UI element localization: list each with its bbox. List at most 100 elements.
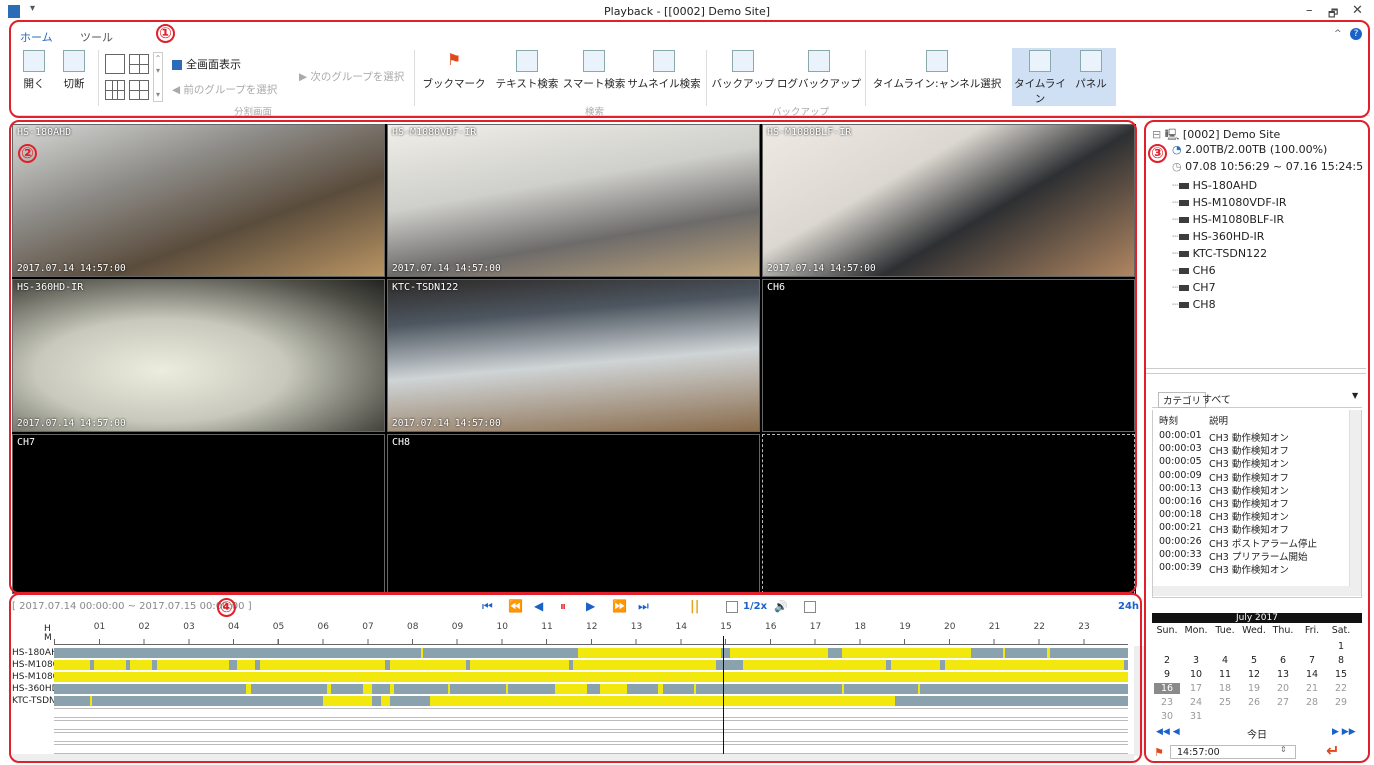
calendar-day[interactable]: 8 (1328, 655, 1354, 666)
smart-search-button[interactable]: スマート検索 (562, 48, 626, 91)
calendar-day[interactable]: 9 (1154, 669, 1180, 680)
help-icon[interactable]: ? (1350, 28, 1362, 40)
disconnect-button[interactable]: 切断 (56, 48, 92, 91)
layout-4x4-button[interactable] (129, 80, 149, 100)
timeline-hscrollbar[interactable] (12, 754, 1134, 762)
video-tile[interactable]: KTC-TSDN122 2017.07.14 14:57:00 (387, 279, 760, 432)
fullscreen-button[interactable]: 全画面表示 (172, 56, 241, 72)
skip-start-icon[interactable]: ⏮ (482, 599, 493, 614)
calendar-day[interactable]: 22 (1328, 683, 1354, 694)
timeline-track[interactable] (54, 648, 1128, 658)
next-month-icon[interactable]: ▶ ▶▶ (1332, 727, 1356, 737)
event-hscrollbar[interactable] (1153, 586, 1361, 596)
calendar-day[interactable]: 26 (1241, 697, 1267, 708)
pause-icon[interactable]: ⏸ (560, 599, 566, 614)
calendar-day[interactable]: 10 (1183, 669, 1209, 680)
calendar-day[interactable]: 12 (1241, 669, 1267, 680)
event-time[interactable]: 00:00:01 (1159, 430, 1202, 441)
rewind-icon[interactable]: ⏪ (508, 599, 523, 613)
tab-tools[interactable]: ツール (74, 28, 119, 46)
video-tile[interactable]: CH7 (12, 434, 385, 594)
camera-node[interactable]: ┄ CH8 (1172, 298, 1216, 311)
log-backup-button[interactable]: ログバックアップ (776, 48, 862, 91)
event-desc[interactable]: CH3 動作検知オフ (1209, 496, 1289, 510)
timeline-track[interactable] (54, 672, 1128, 682)
layout-3x3-button[interactable] (105, 80, 125, 100)
calendar-day[interactable]: 31 (1183, 711, 1209, 722)
calendar-day[interactable]: 19 (1241, 683, 1267, 694)
calendar-day[interactable]: 7 (1299, 655, 1325, 666)
event-desc[interactable]: CH3 動作検知オフ (1209, 470, 1289, 484)
text-search-button[interactable]: テキスト検索 (492, 48, 562, 91)
category-select[interactable]: すべて (1202, 391, 1231, 406)
panel-toggle-button[interactable]: パネル (1068, 48, 1114, 91)
event-time[interactable]: 00:00:13 (1159, 483, 1202, 494)
calendar-day[interactable]: 27 (1270, 697, 1296, 708)
layout-2x2-button[interactable] (129, 54, 149, 74)
calendar-day[interactable]: 14 (1299, 669, 1325, 680)
event-time[interactable]: 00:00:18 (1159, 509, 1202, 520)
video-tile[interactable]: CH8 (387, 434, 760, 594)
timeline-track[interactable] (54, 696, 1128, 706)
video-tile[interactable]: HS-M1080VDF-IR 2017.07.14 14:57:00 (387, 124, 760, 277)
calendar-day[interactable]: 3 (1183, 655, 1209, 666)
camera-node[interactable]: ┄ HS-M1080BLF-IR (1172, 213, 1284, 226)
goto-time-icon[interactable]: ↵ (1326, 741, 1339, 760)
calendar-day[interactable]: 2 (1154, 655, 1180, 666)
video-tile[interactable]: HS-M1080BLF-IR 2017.07.14 14:57:00 (762, 124, 1135, 277)
restore-button[interactable]: 🗗 (1328, 5, 1338, 24)
bookmark-button[interactable]: ⚑ ブックマーク (420, 48, 488, 91)
calendar-day[interactable]: 4 (1212, 655, 1238, 666)
video-tile[interactable]: CH6 (762, 279, 1135, 432)
calendar-day[interactable]: 21 (1299, 683, 1325, 694)
event-desc[interactable]: CH3 動作検知オフ (1209, 522, 1289, 536)
event-time[interactable]: 00:00:21 (1159, 522, 1202, 533)
camera-node[interactable]: ┄ CH7 (1172, 281, 1216, 294)
calendar-day[interactable]: 5 (1241, 655, 1267, 666)
event-desc[interactable]: CH3 ポストアラーム停止 (1209, 536, 1317, 550)
layout-scroll[interactable]: ⌃ ▾ ▾ (153, 52, 163, 102)
timeline-scrollbar[interactable] (1134, 646, 1144, 756)
camera-node[interactable]: ┄ HS-M1080VDF-IR (1172, 196, 1287, 209)
open-button[interactable]: 開く (16, 48, 52, 91)
time-stepper[interactable]: ⇕ (1280, 745, 1287, 754)
chevron-down-icon[interactable]: ▼ (1352, 391, 1358, 400)
calendar-day[interactable]: 23 (1154, 697, 1180, 708)
menu-icon[interactable] (804, 601, 816, 613)
playhead[interactable] (723, 636, 724, 756)
skip-end-icon[interactable]: ⏭ (638, 599, 649, 614)
speed-label[interactable]: 1/2x (743, 601, 767, 612)
camera-node[interactable]: ┄ KTC-TSDN122 (1172, 247, 1267, 260)
event-desc[interactable]: CH3 動作検知オン (1209, 509, 1289, 523)
prev-month-icon[interactable]: ◀◀ ◀ (1156, 727, 1180, 737)
event-scrollbar[interactable] (1349, 410, 1361, 586)
category-tab[interactable]: カテゴリ (1158, 392, 1207, 408)
event-time[interactable]: 00:00:16 (1159, 496, 1202, 507)
video-tile[interactable]: HS-360HD-IR 2017.07.14 14:57:00 (12, 279, 385, 432)
calendar-day[interactable]: 20 (1270, 683, 1296, 694)
calendar-day[interactable]: 18 (1212, 683, 1238, 694)
timeline-track[interactable] (54, 660, 1128, 670)
calendar-day[interactable]: 29 (1328, 697, 1354, 708)
next-group-button[interactable]: ▶ 次のグループを選択 (299, 69, 404, 84)
event-desc[interactable]: CH3 動作検知オフ (1209, 443, 1289, 457)
snapshot-icon[interactable] (726, 601, 738, 613)
collapse-ribbon-icon[interactable]: ^ (1334, 29, 1342, 39)
calendar-day[interactable]: 11 (1212, 669, 1238, 680)
event-time[interactable]: 00:00:39 (1159, 562, 1202, 573)
event-desc[interactable]: CH3 プリアラーム開始 (1209, 549, 1308, 563)
camera-node[interactable]: ┄ HS-360HD-IR (1172, 230, 1264, 243)
event-desc[interactable]: CH3 動作検知オン (1209, 456, 1289, 470)
play-icon[interactable]: ▶ (586, 599, 595, 613)
layout-1x1-button[interactable] (105, 54, 125, 74)
thumbnail-search-button[interactable]: サムネイル検索 (626, 48, 702, 91)
camera-node[interactable]: ┄ CH6 (1172, 264, 1216, 277)
event-time[interactable]: 00:00:03 (1159, 443, 1202, 454)
step-back-icon[interactable]: ◀ (534, 599, 543, 613)
fast-forward-icon[interactable]: ⏩ (612, 599, 627, 613)
calendar-day[interactable]: 30 (1154, 711, 1180, 722)
event-time[interactable]: 00:00:05 (1159, 456, 1202, 467)
event-time[interactable]: 00:00:26 (1159, 536, 1202, 547)
volume-icon[interactable]: 🔊 (774, 600, 788, 613)
event-desc[interactable]: CH3 動作検知オン (1209, 483, 1289, 497)
